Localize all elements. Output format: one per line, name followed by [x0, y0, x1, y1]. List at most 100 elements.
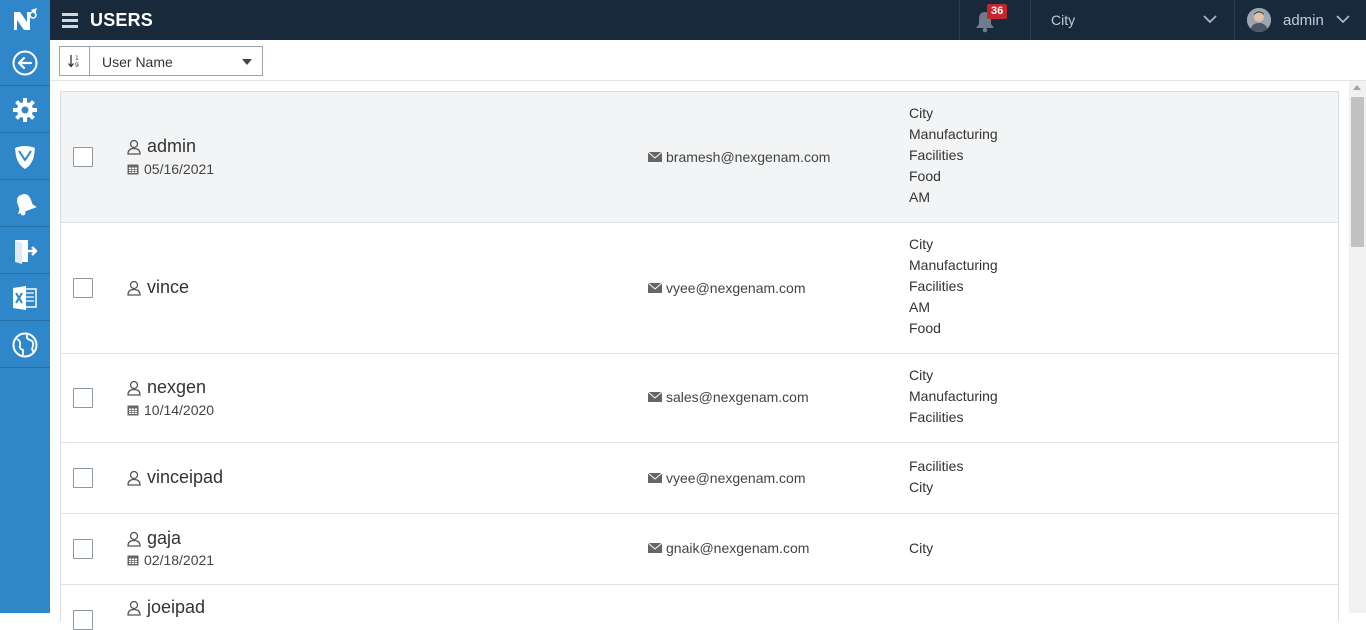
group-label: Manufacturing — [909, 126, 998, 142]
envelope-icon — [648, 473, 662, 483]
user-icon — [127, 380, 141, 396]
list-item[interactable]: vinceipad vyee@nexgenam.com Facilities C… — [61, 443, 1338, 514]
group-label: Facilities — [909, 278, 964, 294]
logout-icon — [15, 239, 38, 264]
user-email: vyee@nexgenam.com — [648, 280, 806, 296]
user-name-text: vince — [147, 277, 190, 297]
group-label: Food — [909, 168, 941, 184]
group-label: Manufacturing — [909, 388, 998, 404]
user-date-text: 10/14/2020 — [144, 402, 215, 418]
top-header: USERS 36 City admin — [50, 0, 1366, 40]
avatar[interactable] — [1247, 8, 1271, 32]
sort-order-icon: 1 9 — [67, 55, 79, 69]
sort-field-value: User Name — [102, 54, 173, 70]
city-select[interactable]: City — [1051, 12, 1075, 28]
page-title: USERS — [90, 10, 154, 30]
group-label: AM — [909, 189, 930, 205]
group-label: City — [909, 236, 934, 252]
user-name: vince — [127, 277, 189, 298]
user-icon — [127, 280, 141, 296]
envelope-icon — [648, 283, 662, 293]
user-groups: Facilities City — [909, 456, 963, 498]
user-email-text: vyee@nexgenam.com — [666, 470, 806, 486]
excel-icon — [13, 285, 37, 310]
user-email: sales@nexgenam.com — [648, 389, 809, 405]
row-checkbox[interactable] — [73, 610, 93, 630]
group-label: Manufacturing — [909, 257, 998, 273]
list-item[interactable]: admin 05/16/2021 bramesh@nexgenam.com Ci… — [61, 92, 1338, 223]
list-item[interactable]: nexgen 10/14/2020 sales@nexgenam.com Cit… — [61, 354, 1338, 443]
scroll-up-arrow-icon[interactable] — [1353, 85, 1361, 90]
user-icon — [127, 470, 141, 486]
envelope-icon — [648, 152, 662, 162]
group-label: City — [909, 540, 934, 556]
user-date-text: 05/16/2021 — [144, 161, 215, 177]
user-name-text: vinceipad — [147, 467, 224, 487]
header-divider — [1030, 0, 1031, 40]
group-label: City — [909, 367, 934, 383]
sidebar-item-globe[interactable] — [0, 322, 50, 368]
user-name: admin — [127, 136, 196, 157]
sidebar-item-notifications[interactable] — [0, 181, 50, 227]
sidebar-item-back[interactable] — [0, 40, 50, 86]
list-item[interactable]: vince vyee@nexgenam.com City Manufacturi… — [61, 223, 1338, 354]
row-checkbox[interactable] — [73, 468, 93, 488]
sidebar-item-logout[interactable] — [0, 228, 50, 274]
user-menu-label[interactable]: admin — [1283, 12, 1324, 29]
row-checkbox[interactable] — [73, 539, 93, 559]
app-logo[interactable] — [0, 0, 50, 40]
sidebar — [0, 0, 50, 613]
envelope-icon — [648, 392, 662, 402]
calendar-icon — [127, 164, 139, 175]
user-name: vinceipad — [127, 467, 223, 488]
user-list: admin 05/16/2021 bramesh@nexgenam.com Ci… — [60, 91, 1339, 630]
shield-icon — [15, 145, 35, 169]
sort-direction-button[interactable]: 1 9 — [59, 46, 89, 76]
user-groups: City — [909, 538, 933, 559]
group-label: Facilities — [909, 409, 964, 425]
user-groups: City Manufacturing Facilities Food AM — [909, 103, 998, 208]
user-avatar-icon — [1247, 8, 1271, 32]
list-item[interactable]: joeipad — [61, 585, 1338, 630]
list-item[interactable]: gaja 02/18/2021 gnaik@nexgenam.com City — [61, 514, 1338, 585]
user-name-text: gaja — [147, 528, 182, 548]
user-name-text: admin — [147, 136, 197, 156]
user-name: gaja — [127, 528, 181, 549]
sidebar-item-security[interactable] — [0, 134, 50, 180]
chevron-down-icon[interactable] — [1335, 13, 1351, 25]
user-groups: City Manufacturing Facilities AM Food — [909, 234, 998, 339]
user-email-text: bramesh@nexgenam.com — [666, 149, 831, 165]
chevron-down-icon[interactable] — [1202, 13, 1218, 25]
user-name: joeipad — [127, 597, 205, 618]
notification-badge: 36 — [987, 4, 1008, 19]
group-label: City — [909, 479, 934, 495]
sort-field-select[interactable]: User Name — [89, 46, 263, 76]
envelope-icon — [648, 543, 662, 553]
toolbar: 1 9 User Name — [50, 40, 1366, 81]
sidebar-item-settings[interactable] — [0, 87, 50, 133]
user-groups: City Manufacturing Facilities — [909, 365, 998, 428]
row-checkbox[interactable] — [73, 278, 93, 298]
bell-icon — [16, 193, 37, 215]
user-email-text: sales@nexgenam.com — [666, 389, 809, 405]
globe-icon — [12, 332, 38, 357]
user-name: nexgen — [127, 377, 206, 398]
scrollbar-thumb[interactable] — [1351, 97, 1364, 247]
row-checkbox[interactable] — [73, 147, 93, 167]
back-arrow-icon — [12, 50, 38, 75]
group-label: Food — [909, 320, 941, 336]
calendar-icon — [127, 555, 139, 566]
svg-text:1: 1 — [75, 55, 79, 62]
user-email-text: gnaik@nexgenam.com — [666, 540, 810, 556]
hamburger-menu-icon[interactable] — [62, 12, 78, 28]
sidebar-item-export-excel[interactable] — [0, 275, 50, 321]
gear-icon — [13, 97, 37, 122]
svg-text:9: 9 — [75, 62, 79, 69]
user-date-text: 02/18/2021 — [144, 552, 215, 568]
user-icon — [127, 531, 141, 547]
calendar-icon — [127, 405, 139, 416]
user-icon — [127, 139, 141, 155]
row-checkbox[interactable] — [73, 388, 93, 408]
user-date: 05/16/2021 — [127, 161, 214, 177]
group-label: AM — [909, 299, 930, 315]
